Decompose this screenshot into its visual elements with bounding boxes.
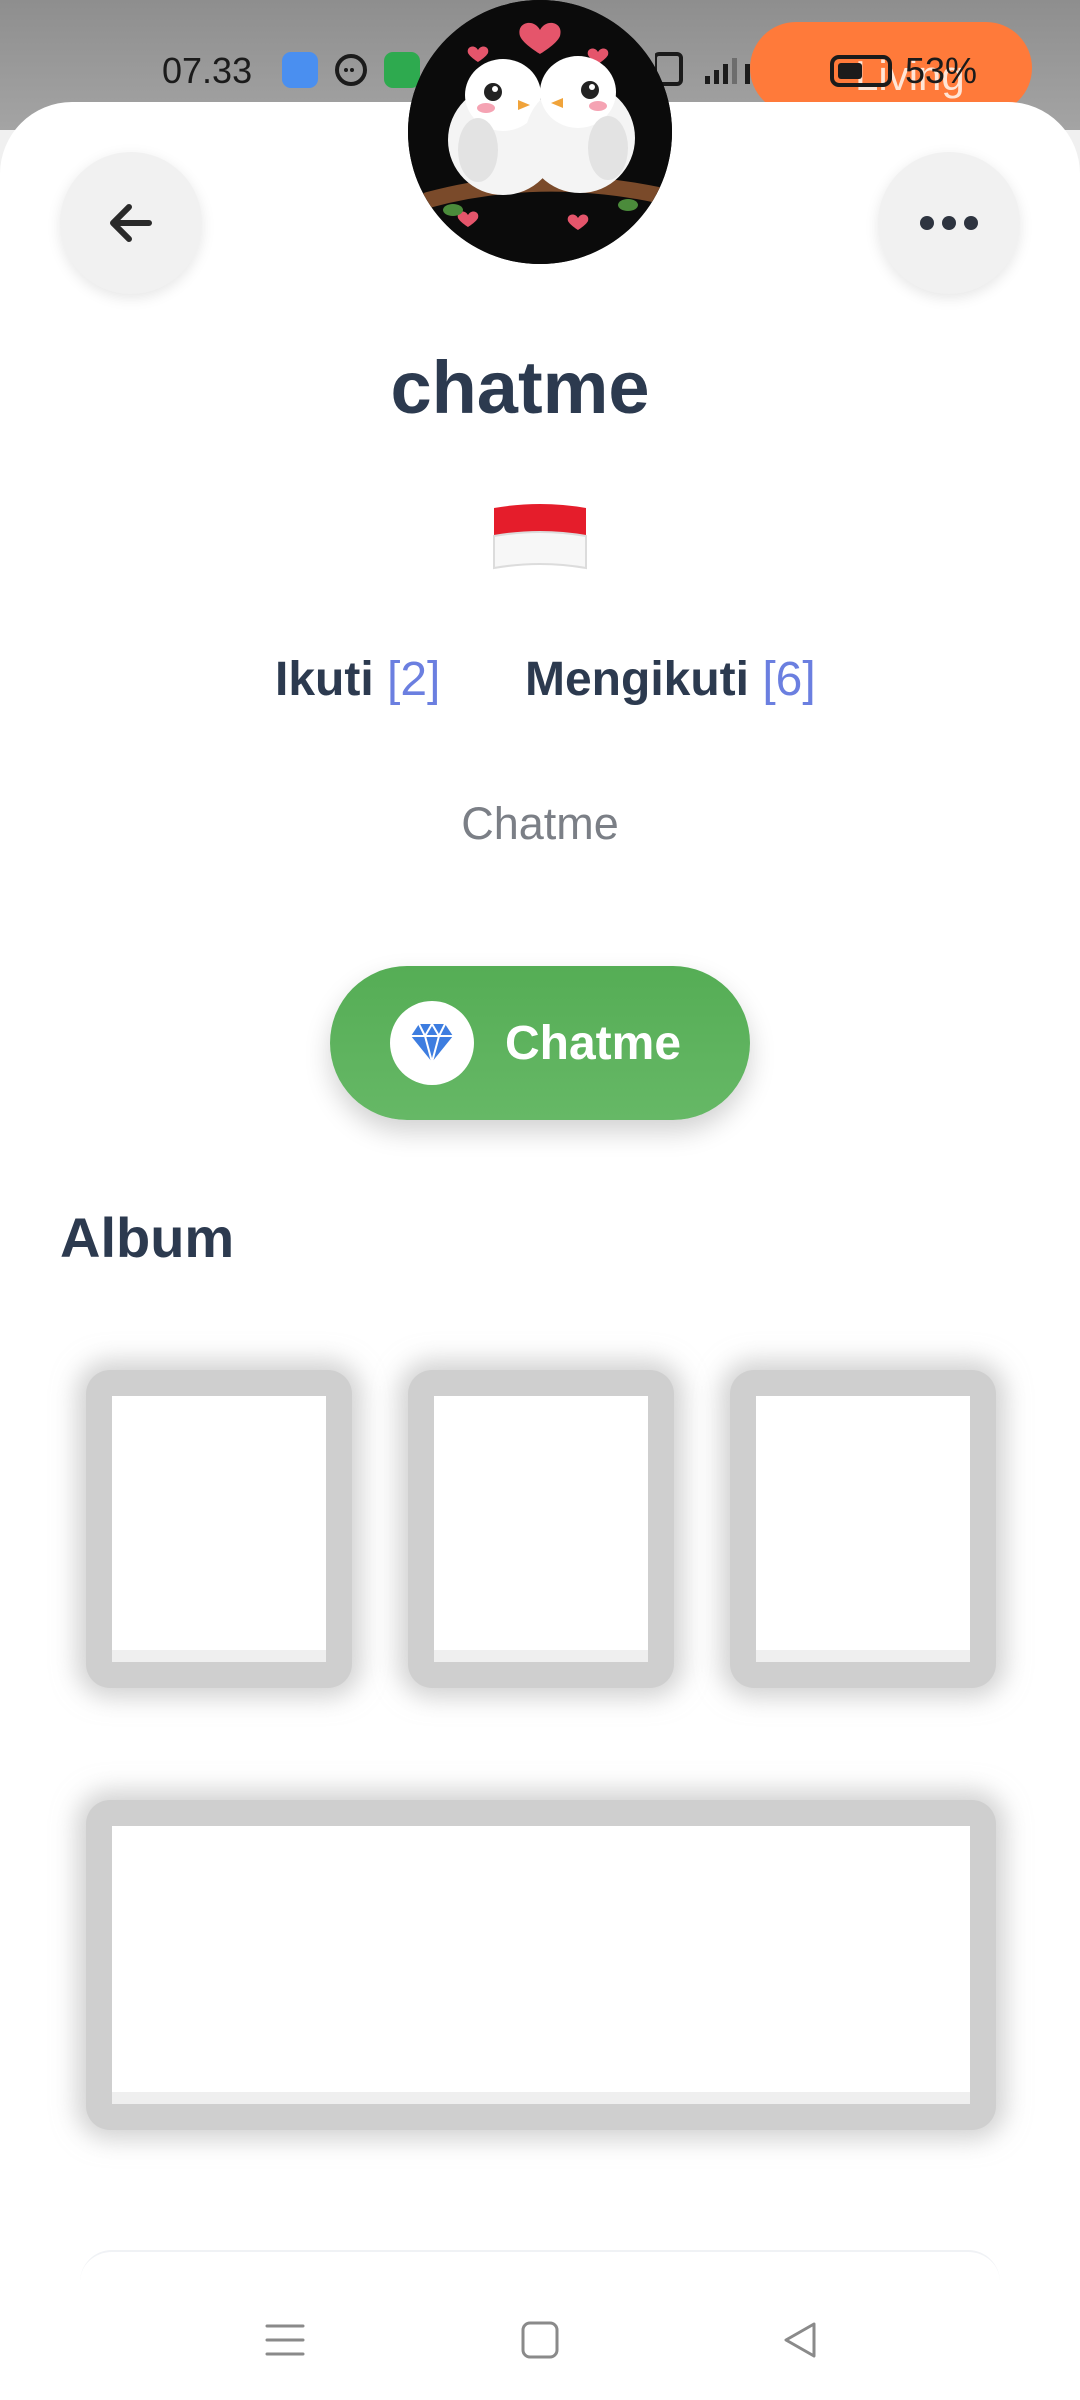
chat-bubble-icon bbox=[333, 52, 369, 88]
indonesia-flag-icon bbox=[493, 504, 587, 570]
back-button[interactable] bbox=[60, 152, 202, 294]
followers-count: [2] bbox=[387, 653, 441, 706]
home-square-icon bbox=[521, 2321, 559, 2359]
album-slot-strip bbox=[112, 1650, 326, 1662]
back-nav-button[interactable] bbox=[770, 2310, 830, 2370]
album-photo-slot-wide[interactable] bbox=[86, 1800, 996, 2130]
arrow-left-icon bbox=[110, 204, 152, 242]
home-button[interactable] bbox=[510, 2310, 570, 2370]
album-slot-strip bbox=[434, 1650, 648, 1662]
album-slot-strip bbox=[756, 1650, 970, 1662]
followers-stat[interactable]: Ikuti [2] bbox=[275, 652, 440, 707]
album-photo-slot[interactable] bbox=[408, 1370, 674, 1688]
menu-icon bbox=[265, 2324, 305, 2356]
shopping-bag-icon bbox=[384, 52, 420, 88]
album-photo-slot[interactable] bbox=[86, 1370, 352, 1688]
menu-button[interactable] bbox=[255, 2310, 315, 2370]
next-section-edge bbox=[80, 2250, 1000, 2282]
following-count: [6] bbox=[762, 653, 816, 706]
profile-avatar[interactable] bbox=[408, 0, 672, 264]
followers-label: Ikuti bbox=[275, 653, 374, 706]
profile-username: chatme bbox=[390, 346, 650, 429]
diamond-icon bbox=[411, 1022, 453, 1064]
back-triangle-icon bbox=[784, 2322, 816, 2358]
more-horizontal-icon bbox=[920, 216, 978, 230]
profile-bio: Chatme bbox=[461, 798, 619, 849]
following-stat[interactable]: Mengikuti [6] bbox=[525, 652, 816, 707]
battery-percent: 53% bbox=[905, 50, 978, 91]
album-title: Album bbox=[60, 1206, 235, 1269]
chatme-button-label: Chatme bbox=[505, 1017, 682, 1070]
following-label: Mengikuti bbox=[525, 653, 749, 706]
battery-icon bbox=[830, 55, 892, 87]
weather-icon bbox=[282, 52, 318, 88]
lovebirds-avatar-image bbox=[408, 0, 672, 264]
album-slot-strip bbox=[112, 2092, 970, 2104]
more-options-button[interactable] bbox=[878, 152, 1020, 294]
album-photo-slot[interactable] bbox=[730, 1370, 996, 1688]
diamond-icon-wrap bbox=[390, 1001, 474, 1085]
status-time: 07.33 bbox=[162, 50, 253, 91]
system-nav-bar bbox=[0, 2280, 1080, 2400]
chatme-button[interactable]: Chatme bbox=[330, 966, 750, 1120]
battery-fill bbox=[838, 63, 862, 79]
